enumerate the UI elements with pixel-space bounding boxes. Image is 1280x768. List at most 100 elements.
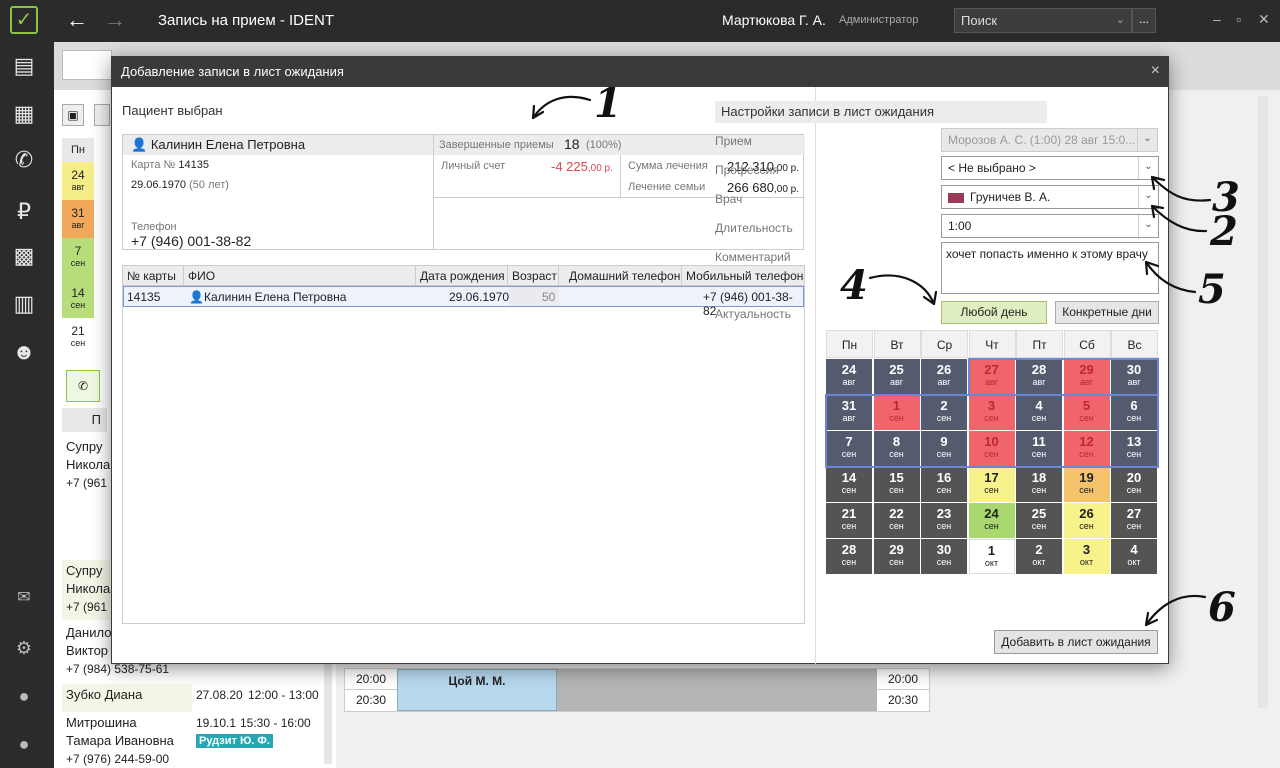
table-row[interactable]: 14135 👤 Калинин Елена Петровна 29.06.197…: [123, 286, 804, 318]
calendar-day-cell[interactable]: 1 сен: [873, 395, 920, 430]
calendar-day-cell[interactable]: 31 авг: [826, 395, 872, 430]
bg-right-scrollbar[interactable]: [1258, 96, 1268, 708]
bg-patient-item[interactable]: Супру Никола +7 (961: [66, 562, 110, 616]
close-icon[interactable]: ✕: [1258, 11, 1270, 28]
bg-day-cell[interactable]: 31 авг: [62, 200, 94, 238]
dialog-title: Добавление записи в лист ожидания: [121, 64, 344, 79]
calendar-day-cell[interactable]: 3 сен: [968, 395, 1015, 430]
bg-doctor-slot[interactable]: Цой М. М.: [397, 669, 557, 711]
maximize-icon[interactable]: ▫: [1236, 11, 1241, 27]
calendar-day-cell[interactable]: 10 сен: [968, 431, 1015, 466]
any-day-button[interactable]: Любой день: [941, 301, 1047, 324]
coins-icon[interactable]: ₽: [10, 198, 38, 226]
col-age[interactable]: Возраст: [512, 269, 557, 283]
bg-calendar-icon[interactable]: ▣: [62, 104, 84, 126]
specific-days-button[interactable]: Конкретные дни: [1055, 301, 1159, 324]
minimize-icon[interactable]: –: [1213, 11, 1221, 27]
calendar-day-cell[interactable]: 29 сен: [873, 539, 920, 574]
calendar-day-cell[interactable]: 4 сен: [1016, 395, 1062, 430]
calendar-day-cell[interactable]: 22 сен: [873, 503, 920, 538]
bg-option-button[interactable]: [94, 104, 110, 126]
annotation-5: 5: [1198, 266, 1226, 313]
bg-day-cell[interactable]: 14 сен: [62, 280, 94, 318]
calculator-icon[interactable]: ▩: [10, 242, 38, 270]
calendar-day-cell[interactable]: 26 сен: [1063, 503, 1110, 538]
dialog-header: Добавление записи в лист ожидания ×: [112, 57, 1168, 87]
mail-icon[interactable]: ✉: [10, 584, 38, 612]
col-card[interactable]: № карты: [127, 269, 176, 283]
bg-patient-item[interactable]: Митрошина Тамара Ивановна +7 (976) 244-59-…: [66, 714, 174, 768]
search-more-button[interactable]: ...: [1132, 8, 1156, 33]
calendar-day-cell[interactable]: 25 сен: [1016, 503, 1062, 538]
settings-gear-icon[interactable]: ⚙: [10, 634, 38, 662]
calendar-day-cell[interactable]: 2 окт: [1016, 539, 1062, 574]
calendar-day-cell[interactable]: 24 сен: [968, 503, 1015, 538]
calendar-day-cell[interactable]: 28 авг: [1016, 359, 1062, 394]
calendar-day-cell[interactable]: 17 сен: [968, 467, 1015, 502]
chevron-down-icon[interactable]: ⌄: [1116, 13, 1125, 26]
dialog-close-icon[interactable]: ×: [1151, 62, 1160, 80]
calendar-day-cell[interactable]: 20 сен: [1111, 467, 1157, 502]
bg-day-cell[interactable]: 24 авг: [62, 162, 94, 200]
bg-call-icon[interactable]: ✆: [66, 370, 100, 402]
bg-day-cell[interactable]: 7 сен: [62, 238, 94, 280]
add-to-waitlist-button[interactable]: Добавить в лист ожидания: [994, 630, 1158, 654]
calendar-day-cell[interactable]: 4 окт: [1111, 539, 1157, 574]
calendar-day-cell[interactable]: 8 сен: [873, 431, 920, 466]
bg-day-cell[interactable]: 21 сен: [62, 318, 94, 356]
users-group-icon[interactable]: ☻: [10, 338, 38, 366]
calendar-day-cell[interactable]: 27 авг: [968, 359, 1015, 394]
day-number: 25: [1031, 506, 1047, 521]
calendar-day-cell[interactable]: 14 сен: [826, 467, 872, 502]
duration-select[interactable]: 1:00 ⌄: [941, 214, 1159, 238]
calendar-day-cell[interactable]: 30 сен: [921, 539, 967, 574]
reports-chart-icon[interactable]: ▥: [10, 290, 38, 318]
bg-patient-item[interactable]: Супру Никола +7 (961: [66, 438, 110, 492]
calendar-day-cell[interactable]: 30 авг: [1111, 359, 1157, 394]
calendar-day-cell[interactable]: 3 окт: [1063, 539, 1110, 574]
calendar-day-cell[interactable]: 19 сен: [1063, 467, 1110, 502]
bg-patient-item[interactable]: Зубко Диана: [66, 686, 142, 704]
calendar-day-cell[interactable]: 21 сен: [826, 503, 872, 538]
calendar-icon[interactable]: ▦: [10, 100, 38, 128]
back-arrow-icon[interactable]: ←: [66, 8, 88, 32]
calendar-day-cell[interactable]: 16 сен: [921, 467, 967, 502]
calendar-day-cell[interactable]: 23 сен: [921, 503, 967, 538]
calendar-day-cell[interactable]: 24 авг: [826, 359, 872, 394]
comment-textarea[interactable]: хочет попасть именно к этому врачу: [941, 242, 1159, 294]
calendar-day-cell[interactable]: 15 сен: [873, 467, 920, 502]
calendar-day-cell[interactable]: 13 сен: [1111, 431, 1157, 466]
col-mobile-phone[interactable]: Мобильный телефон: [686, 269, 803, 283]
search-input[interactable]: Поиск ⌄: [954, 8, 1132, 33]
calendar-day-cell[interactable]: 1 окт: [968, 539, 1015, 574]
user-profile-icon[interactable]: ●: [10, 682, 38, 710]
patient-card-icon[interactable]: ▤: [10, 52, 38, 80]
day-number: 13: [1126, 434, 1142, 449]
calendar-day-cell[interactable]: 28 сен: [826, 539, 872, 574]
phone-icon[interactable]: ✆: [10, 146, 38, 174]
calendar-day-cell[interactable]: 27 сен: [1111, 503, 1157, 538]
calendar-day-cell[interactable]: 2 сен: [921, 395, 967, 430]
bg-scrollbar[interactable]: [324, 664, 332, 764]
forward-arrow-icon[interactable]: →: [104, 8, 126, 32]
calendar-day-cell[interactable]: 6 сен: [1111, 395, 1157, 430]
col-home-phone[interactable]: Домашний телефон: [569, 269, 680, 283]
calendar-day-cell[interactable]: 25 авг: [873, 359, 920, 394]
doctor-select[interactable]: Груничев В. А. ⌄: [941, 185, 1159, 209]
calendar-day-cell[interactable]: 12 сен: [1063, 431, 1110, 466]
calendar-day-cell[interactable]: 11 сен: [1016, 431, 1062, 466]
logout-user-icon[interactable]: ●: [10, 730, 38, 758]
treatment-label: Сумма лечения: [628, 160, 708, 172]
app-logo-check-icon[interactable]: ✓: [10, 6, 38, 34]
card-number: Карта № 14135: [131, 159, 209, 171]
calendar-day-cell[interactable]: 7 сен: [826, 431, 872, 466]
calendar-day-cell[interactable]: 5 сен: [1063, 395, 1110, 430]
calendar-day-cell[interactable]: 9 сен: [921, 431, 967, 466]
calendar-day-cell[interactable]: 29 авг: [1063, 359, 1110, 394]
calendar-day-cell[interactable]: 26 авг: [921, 359, 967, 394]
profession-select[interactable]: < Не выбрано > ⌄: [941, 156, 1159, 180]
col-dob[interactable]: Дата рождения: [420, 269, 505, 283]
calendar-day-cell[interactable]: 18 сен: [1016, 467, 1062, 502]
bg-field[interactable]: [62, 50, 112, 80]
col-name[interactable]: ФИО: [188, 269, 215, 283]
